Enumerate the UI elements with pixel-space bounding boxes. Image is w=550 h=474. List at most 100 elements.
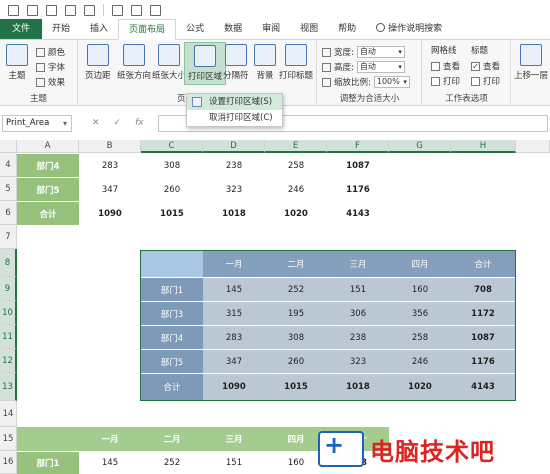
row-header[interactable]: 13 [0,373,17,401]
row-label[interactable]: 部门5 [141,350,203,373]
row-label[interactable]: 部门4 [141,326,203,349]
undo-icon[interactable] [84,4,95,16]
themes-button[interactable]: 主题 [6,44,28,81]
row-label[interactable]: 合计 [141,374,203,400]
total-cell[interactable]: 708 [451,278,515,301]
fonts-button[interactable]: 字体 [36,61,65,73]
total-cell[interactable]: 1090 [79,202,141,225]
table-cell[interactable]: 306 [327,302,389,325]
table-cell[interactable]: 347 [79,178,141,201]
form-icon[interactable] [46,4,57,16]
column-header[interactable]: D [203,140,265,153]
enter-icon[interactable]: ✓ [114,118,122,128]
row-label[interactable]: 合计 [17,202,79,225]
table-cell[interactable]: 145 [79,452,141,474]
clear-print-area-item[interactable]: 取消打印区域(C) [187,110,282,126]
row-header[interactable]: 7 [0,225,17,249]
gridlines-print-checkbox[interactable]: 打印 [431,75,460,87]
headings-view-checkbox[interactable]: ✓ 查看 [471,60,500,72]
table-cell[interactable]: 246 [389,350,451,373]
table-cell[interactable]: 252 [265,278,327,301]
table-cell[interactable]: 315 [203,302,265,325]
tab-data[interactable]: 数据 [214,19,252,39]
colors-button[interactable]: 颜色 [36,46,65,58]
month-header[interactable]: 二月 [265,250,327,277]
tab-file[interactable]: 文件 [0,19,43,39]
tab-help[interactable]: 帮助 [328,19,366,39]
row-header[interactable]: 9 [0,277,17,301]
table-cell[interactable]: 238 [327,326,389,349]
print-preview-icon[interactable] [65,4,76,16]
breaks-button[interactable]: 分隔符 [223,44,249,81]
table-cell[interactable]: 195 [265,302,327,325]
cancel-icon[interactable]: ✕ [92,118,100,128]
row-header[interactable]: 10 [0,301,17,325]
print-titles-button[interactable]: 打印标题 [279,44,313,81]
row-header[interactable]: 14 [0,401,17,427]
total-cell[interactable]: 1020 [265,202,327,225]
total-cell[interactable]: 1015 [141,202,203,225]
table-cell[interactable]: 258 [389,326,451,349]
margins-button[interactable]: 页边距 [85,44,111,81]
column-header[interactable]: H [451,140,516,153]
row-label[interactable]: 部门4 [17,154,79,177]
row-header[interactable]: 12 [0,349,17,373]
table-corner[interactable] [17,427,79,451]
table-cell[interactable]: 323 [327,350,389,373]
scale-control[interactable]: 缩放比例: 100% [322,76,410,88]
size-button[interactable]: 纸张大小 [152,44,186,81]
table-cell[interactable]: 260 [265,350,327,373]
row-header[interactable]: 11 [0,325,17,349]
row-header[interactable]: 15 [0,427,17,451]
table-cell[interactable]: 252 [141,452,203,474]
set-print-area-item[interactable]: 设置打印区域(S) [187,94,282,110]
row-header[interactable]: 4 [0,153,17,177]
select-all-corner[interactable] [0,140,17,153]
column-header[interactable]: C [141,140,203,153]
column-header[interactable]: A [17,140,79,153]
total-cell[interactable]: 4143 [327,202,389,225]
total-cell[interactable]: 1087 [451,326,515,349]
table-cell[interactable]: 347 [203,350,265,373]
orientation-button[interactable]: 纸张方向 [117,44,151,81]
table-cell[interactable]: 283 [203,326,265,349]
row-label[interactable]: 部门3 [141,302,203,325]
total-cell[interactable]: 1172 [451,302,515,325]
row-header[interactable]: 6 [0,201,17,225]
row-label[interactable]: 部门1 [141,278,203,301]
tab-insert[interactable]: 插入 [80,19,118,39]
table-cell[interactable]: 151 [203,452,265,474]
effects-button[interactable]: 效果 [36,76,65,88]
table-cell[interactable]: 283 [79,154,141,177]
month-header[interactable]: 三月 [327,250,389,277]
table-cell[interactable]: 160 [389,278,451,301]
total-header[interactable]: 合计 [451,250,515,277]
column-header[interactable]: E [265,140,327,153]
total-cell[interactable]: 1018 [327,374,389,400]
month-header[interactable]: 一月 [203,250,265,277]
month-header[interactable]: 一月 [79,427,141,451]
insert-function-icon[interactable]: fx [135,118,144,128]
total-cell[interactable]: 1087 [327,154,389,177]
tab-review[interactable]: 审阅 [252,19,290,39]
table-cell[interactable]: 323 [203,178,265,201]
tab-view[interactable]: 视图 [290,19,328,39]
row-label[interactable]: 部门5 [17,178,79,201]
total-cell[interactable]: 1018 [203,202,265,225]
table-cell[interactable]: 246 [265,178,327,201]
table-icon[interactable] [112,4,123,16]
scale-spinner[interactable]: 100% [373,76,410,88]
month-header[interactable]: 四月 [389,250,451,277]
height-dropdown[interactable]: 自动 [356,61,405,73]
print-area-button[interactable]: 打印区域 [184,42,227,85]
column-header[interactable] [516,140,550,153]
background-button[interactable]: 背景 [254,44,276,81]
table-cell[interactable]: 308 [141,154,203,177]
table-cell[interactable]: 258 [265,154,327,177]
table-cell[interactable]: 238 [203,154,265,177]
total-cell[interactable]: 1090 [203,374,265,400]
tell-me-search[interactable]: 操作说明搜索 [366,19,452,39]
month-header[interactable]: 三月 [203,427,265,451]
table-cell[interactable]: 260 [141,178,203,201]
total-cell[interactable]: 1015 [265,374,327,400]
